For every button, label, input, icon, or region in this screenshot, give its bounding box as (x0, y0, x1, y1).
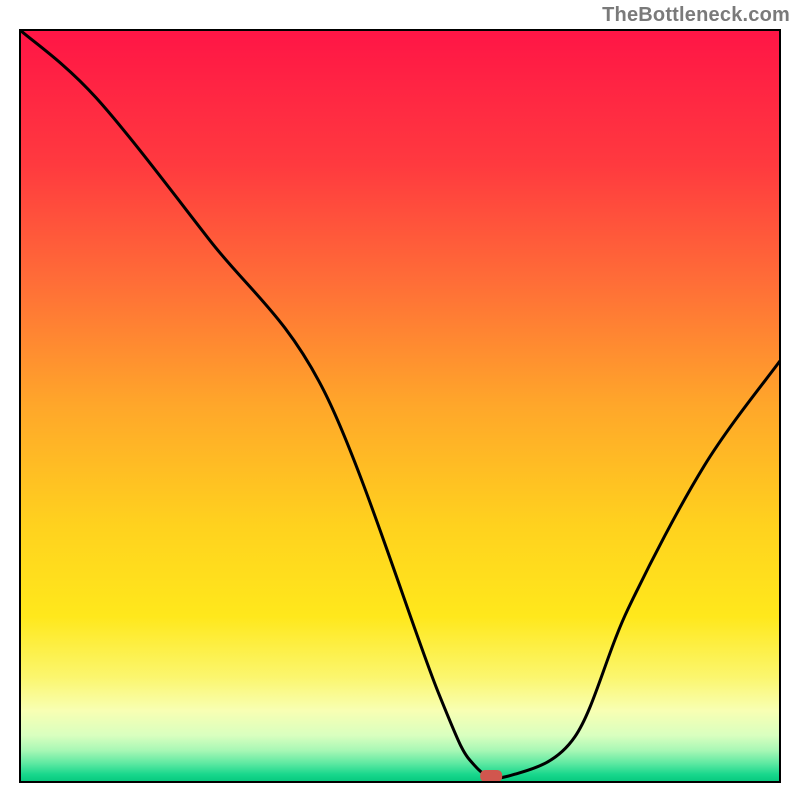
attribution-label: TheBottleneck.com (602, 4, 790, 27)
bottleneck-chart (0, 0, 800, 800)
optimal-marker (480, 770, 502, 782)
chart-container: TheBottleneck.com (0, 0, 800, 800)
